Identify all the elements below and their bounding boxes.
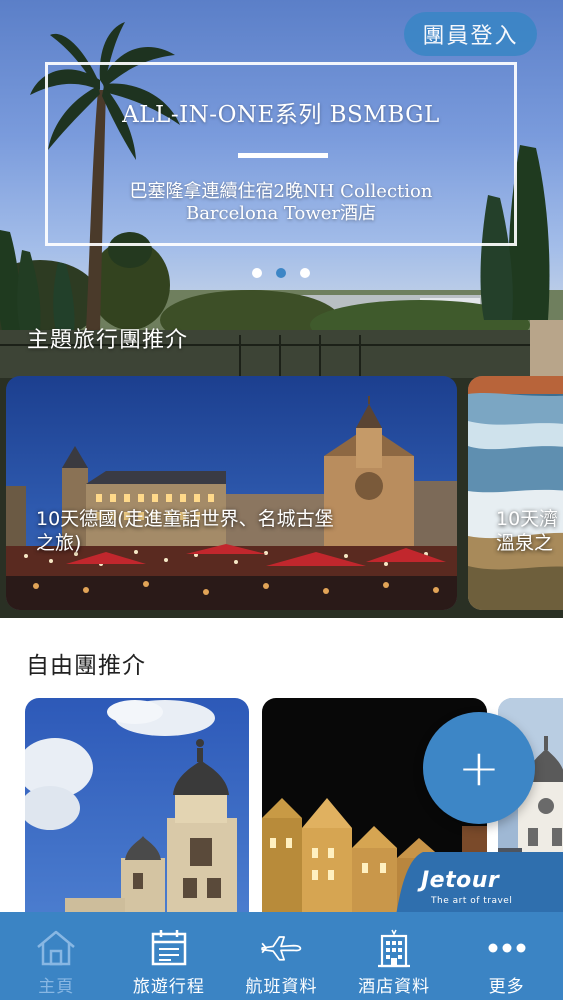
theme-tour-card[interactable]: 10天濟 溫泉之 bbox=[468, 376, 563, 610]
theme-tour-card[interactable]: 10天德國(走進童話世界、名城古堡 之旅) bbox=[6, 376, 457, 610]
tab-hotels[interactable]: 酒店資料 bbox=[338, 912, 451, 1000]
theme-tour-card-image bbox=[468, 376, 563, 610]
add-button[interactable]: + bbox=[423, 712, 535, 824]
brand-tagline: The art of travel bbox=[431, 896, 513, 906]
airplane-icon bbox=[259, 928, 303, 968]
theme-tour-card-caption: 10天德國(走進童話世界、名城古堡 之旅) bbox=[36, 507, 334, 555]
hotel-icon bbox=[372, 928, 416, 968]
theme-tour-card-caption-line2: 溫泉之 bbox=[496, 532, 554, 554]
home-icon bbox=[34, 928, 78, 968]
banner-subtitle-line2: Barcelona Tower酒店 bbox=[185, 203, 377, 224]
banner-subtitle-line1: 巴塞隆拿連續住宿2晚NH Collection bbox=[129, 181, 433, 202]
bottom-tab-bar: 主頁 旅遊行程 航班資料 酒店資料 更多 bbox=[0, 912, 563, 1000]
tab-flights[interactable]: 航班資料 bbox=[225, 912, 338, 1000]
banner-subtitle: 巴塞隆拿連續住宿2晚NH Collection Barcelona Tower酒… bbox=[58, 181, 504, 225]
tab-hotels-label: 酒店資料 bbox=[358, 977, 431, 997]
free-tour-card-image bbox=[25, 698, 249, 928]
theme-tour-card-caption-line1: 10天濟 bbox=[496, 508, 559, 530]
tab-more-label: 更多 bbox=[488, 977, 525, 997]
banner-title: ALL-IN-ONE系列 BSMBGL bbox=[122, 102, 440, 128]
calendar-icon bbox=[147, 928, 191, 968]
hero-banner[interactable]: 團員登入 ALL-IN-ONE系列 BSMBGL 巴塞隆拿連續住宿2晚NH Co… bbox=[0, 0, 563, 618]
tab-itinerary-label: 旅遊行程 bbox=[132, 977, 205, 997]
tab-flights-label: 航班資料 bbox=[245, 977, 318, 997]
tab-itinerary[interactable]: 旅遊行程 bbox=[113, 912, 226, 1000]
theme-tour-card-caption-line2: 之旅) bbox=[36, 532, 82, 554]
brand-name: Jetour bbox=[421, 868, 500, 893]
tab-home[interactable]: 主頁 bbox=[0, 912, 113, 1000]
theme-tour-card-caption-line1: 10天德國(走進童話世界、名城古堡 bbox=[36, 508, 334, 530]
theme-tour-card-image bbox=[6, 376, 457, 610]
theme-tours-heading: 主題旅行團推介 bbox=[27, 328, 189, 353]
banner-divider bbox=[238, 153, 328, 158]
free-tour-card[interactable] bbox=[25, 698, 249, 928]
theme-tour-card-caption: 10天濟 溫泉之 bbox=[496, 507, 558, 555]
carousel-dot[interactable] bbox=[300, 268, 310, 278]
free-tours-heading: 自由團推介 bbox=[26, 653, 146, 679]
banner-caption-frame: ALL-IN-ONE系列 BSMBGL 巴塞隆拿連續住宿2晚NH Collect… bbox=[45, 62, 517, 246]
carousel-dots[interactable] bbox=[252, 268, 310, 278]
tab-home-label: 主頁 bbox=[38, 977, 75, 997]
more-icon bbox=[485, 928, 529, 968]
carousel-dot-active[interactable] bbox=[276, 268, 286, 278]
member-login-button[interactable]: 團員登入 bbox=[404, 12, 537, 56]
tab-more[interactable]: 更多 bbox=[450, 912, 563, 1000]
carousel-dot[interactable] bbox=[252, 268, 262, 278]
